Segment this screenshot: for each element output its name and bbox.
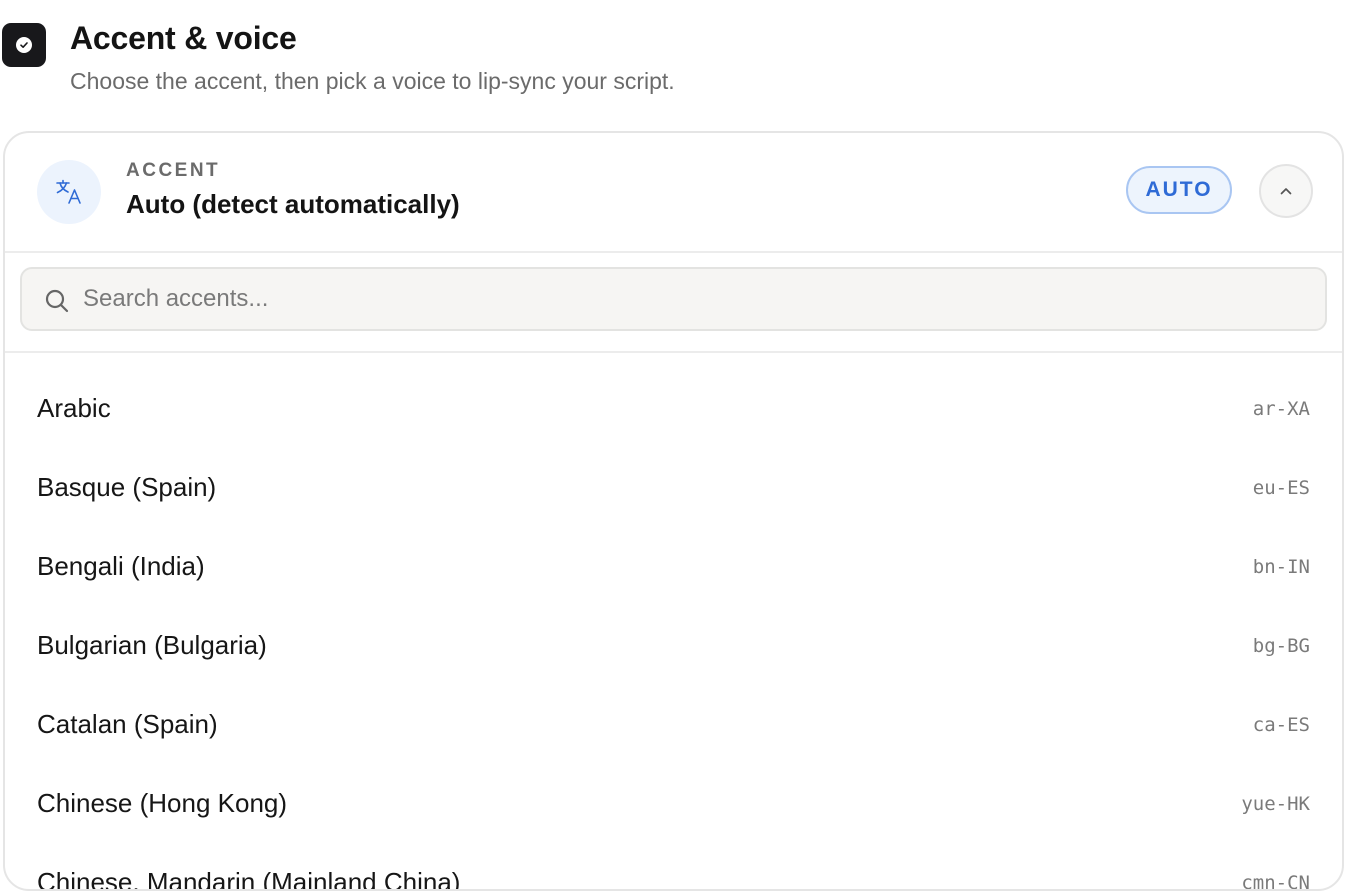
accent-option-code: bn-IN xyxy=(1253,556,1310,578)
accent-option-name: Basque (Spain) xyxy=(37,472,216,503)
accent-option-code: ca-ES xyxy=(1253,714,1310,736)
accent-option-code: ar-XA xyxy=(1253,398,1310,420)
collapse-button[interactable] xyxy=(1259,164,1313,218)
accent-selected-value: Auto (detect automatically) xyxy=(126,189,460,220)
accent-list: Arabic ar-XA Basque (Spain) eu-ES Bengal… xyxy=(5,369,1342,889)
accent-option-code: eu-ES xyxy=(1253,477,1310,499)
accent-option[interactable]: Catalan (Spain) ca-ES xyxy=(5,685,1342,764)
accent-option-code: cmn-CN xyxy=(1241,872,1310,891)
search-section xyxy=(5,251,1342,353)
accent-option-name: Chinese, Mandarin (Mainland China) xyxy=(37,867,460,891)
section-subtitle: Choose the accent, then pick a voice to … xyxy=(70,68,675,95)
accent-label: ACCENT xyxy=(126,160,220,182)
accent-selector-card: ACCENT Auto (detect automatically) AUTO … xyxy=(3,131,1344,891)
accent-option-name: Catalan (Spain) xyxy=(37,709,218,740)
accent-option[interactable]: Bengali (India) bn-IN xyxy=(5,527,1342,606)
chevron-up-icon xyxy=(1277,182,1295,200)
accent-option-name: Bulgarian (Bulgaria) xyxy=(37,630,267,661)
search-input[interactable] xyxy=(83,279,1303,319)
section-title: Accent & voice xyxy=(70,20,297,57)
accent-option[interactable]: Arabic ar-XA xyxy=(5,369,1342,448)
accent-option-code: bg-BG xyxy=(1253,635,1310,657)
accent-option[interactable]: Basque (Spain) eu-ES xyxy=(5,448,1342,527)
step-complete-badge xyxy=(2,23,46,67)
translate-icon xyxy=(37,160,101,224)
search-box[interactable] xyxy=(20,267,1327,331)
accent-selector-header[interactable]: ACCENT Auto (detect automatically) AUTO xyxy=(5,133,1342,253)
accent-option-name: Chinese (Hong Kong) xyxy=(37,788,287,819)
accent-option-name: Bengali (India) xyxy=(37,551,205,582)
accent-option-name: Arabic xyxy=(37,393,111,424)
search-icon xyxy=(44,288,70,314)
check-circle-icon xyxy=(16,37,32,53)
auto-badge: AUTO xyxy=(1126,166,1232,214)
accent-option[interactable]: Bulgarian (Bulgaria) bg-BG xyxy=(5,606,1342,685)
accent-option[interactable]: Chinese (Hong Kong) yue-HK xyxy=(5,764,1342,843)
accent-option-code: yue-HK xyxy=(1241,793,1310,815)
accent-option[interactable]: Chinese, Mandarin (Mainland China) cmn-C… xyxy=(5,843,1342,891)
